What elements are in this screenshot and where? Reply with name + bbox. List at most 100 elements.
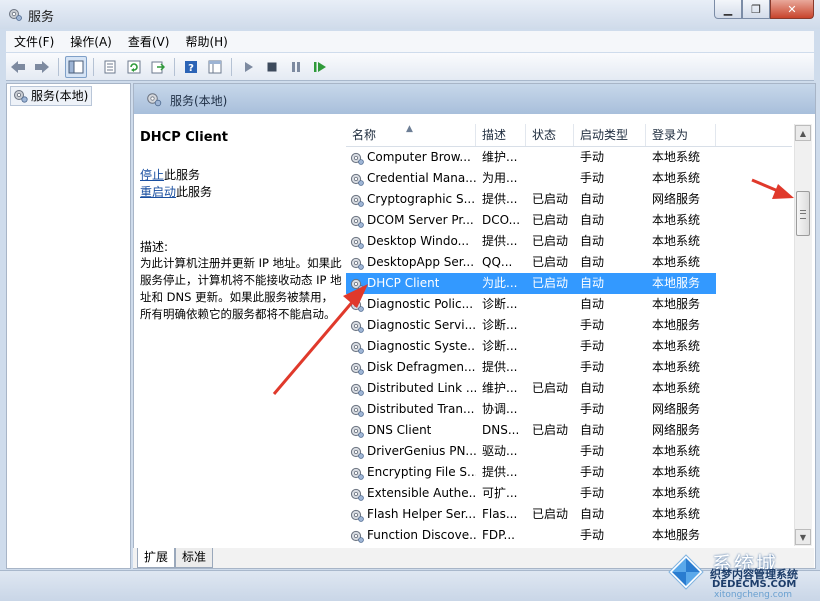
service-log-on-cell: 本地服务 [652, 297, 701, 311]
service-startup-type-cell: 自动 [580, 276, 605, 290]
toolbar: ? [6, 53, 814, 81]
service-description-cell: 为此... [482, 276, 518, 290]
back-icon[interactable] [8, 57, 28, 77]
menu-view[interactable]: 查看(V) [120, 33, 178, 50]
service-description-cell: Flas... [482, 507, 518, 521]
menu-file[interactable]: 文件(F) [6, 33, 62, 50]
table-row[interactable]: Function Discove... FDP... 手动 本地服务 [346, 525, 716, 546]
service-startup-type-cell: 手动 [580, 528, 605, 542]
service-startup-type-cell: 自动 [580, 297, 605, 311]
column-name-label: 名称 [352, 128, 377, 142]
service-description-cell: QQ... [482, 255, 513, 269]
table-row[interactable]: Computer Brow... 维护... 手动 本地系统 [346, 147, 716, 168]
scroll-down-button[interactable]: ▼ [795, 529, 811, 545]
service-description-cell: 诊断... [482, 339, 518, 353]
column-header-description[interactable]: 描述 [476, 124, 526, 146]
service-status-cell: 已启动 [532, 255, 569, 269]
tree-item-services-local[interactable]: 服务(本地) [10, 86, 93, 106]
service-name-cell: Disk Defragmen... [346, 357, 476, 378]
table-row[interactable]: DesktopApp Ser... QQ... 已启动 自动 本地系统 [346, 252, 716, 273]
tab-extended[interactable]: 扩展 [137, 548, 176, 568]
services-gear-icon [9, 9, 22, 21]
service-startup-type-cell: 自动 [580, 423, 605, 437]
service-description-cell: 维护... [482, 381, 518, 395]
refresh-icon[interactable] [124, 57, 144, 77]
description-text: 为此计算机注册并更新 IP 地址。如果此服务停止，计算机将不能接收动态 IP 地… [140, 256, 342, 321]
windows-logo-icon [668, 554, 704, 590]
service-description-cell: 提供... [482, 192, 518, 206]
service-startup-type-cell: 手动 [580, 444, 605, 458]
properties-icon[interactable] [100, 57, 120, 77]
column-header-status[interactable]: 状态 [526, 124, 574, 146]
table-row[interactable]: Diagnostic Polic... 诊断... 自动 本地服务 [346, 294, 716, 315]
table-row[interactable]: Diagnostic Syste... 诊断... 手动 本地系统 [346, 336, 716, 357]
service-log-on-cell: 本地系统 [652, 171, 701, 185]
service-gear-icon [350, 194, 364, 207]
service-name: Computer Brow... [367, 150, 471, 164]
table-row[interactable]: Credential Mana... 为用... 手动 本地系统 [346, 168, 716, 189]
table-row[interactable]: Extensible Authe... 可扩... 手动 本地系统 [346, 483, 716, 504]
pause-icon[interactable] [286, 57, 306, 77]
service-name-cell: Diagnostic Polic... [346, 294, 476, 315]
table-row[interactable]: Desktop Windo... 提供... 已启动 自动 本地系统 [346, 231, 716, 252]
service-status-cell [526, 525, 574, 546]
table-row[interactable]: DriverGenius PN... 驱动... 手动 本地系统 [346, 441, 716, 462]
table-row[interactable]: DCOM Server Pr... DCO... 已启动 自动 本地系统 [346, 210, 716, 231]
restart-icon[interactable] [310, 57, 330, 77]
description-label: 描述: [140, 240, 169, 254]
service-name: DriverGenius PN... [367, 444, 476, 458]
scroll-thumb[interactable] [796, 191, 810, 236]
service-status-cell [526, 147, 574, 168]
restart-service-link[interactable]: 重启动 [140, 185, 176, 199]
view-icon[interactable] [205, 57, 225, 77]
show-hide-tree-icon[interactable] [65, 55, 87, 78]
stop-service-line: 停止此服务 [140, 167, 340, 184]
column-header-log-on-as[interactable]: 登录为 [646, 124, 716, 146]
table-row[interactable]: Distributed Tran... 协调... 手动 网络服务 [346, 399, 716, 420]
stop-icon[interactable] [262, 57, 282, 77]
service-log-on-cell: 本地系统 [652, 339, 701, 353]
table-row[interactable]: Diagnostic Servi... 诊断... 手动 本地服务 [346, 315, 716, 336]
service-gear-icon [350, 383, 364, 396]
service-gear-icon [350, 446, 364, 459]
service-status-cell: 已启动 [532, 423, 569, 437]
service-gear-icon [350, 173, 364, 186]
service-log-on-cell: 本地服务 [652, 318, 701, 332]
services-list[interactable]: 名称 ▲ 描述 状态 启动类型 登录为 Computer Brow... 维护..… [346, 124, 792, 546]
service-name: Diagnostic Syste... [367, 339, 476, 353]
stop-service-link[interactable]: 停止 [140, 168, 164, 182]
minimize-button[interactable]: ▁ [714, 0, 742, 19]
table-row[interactable]: Flash Helper Ser... Flas... 已启动 自动 本地系统 [346, 504, 716, 525]
table-row[interactable]: Distributed Link ... 维护... 已启动 自动 本地系统 [346, 378, 716, 399]
forward-icon[interactable] [32, 57, 52, 77]
help-icon[interactable]: ? [181, 57, 201, 77]
scroll-up-button[interactable]: ▲ [795, 125, 811, 141]
close-button[interactable]: ✕ [770, 0, 814, 19]
tab-standard[interactable]: 标准 [175, 548, 214, 568]
menu-action[interactable]: 操作(A) [62, 33, 120, 50]
stop-service-suffix: 此服务 [164, 168, 201, 182]
table-row[interactable]: Disk Defragmen... 提供... 手动 本地系统 [346, 357, 716, 378]
service-name: Diagnostic Servi... [367, 318, 476, 332]
service-gear-icon [350, 530, 364, 543]
service-name: DHCP Client [367, 276, 440, 290]
vertical-scrollbar[interactable]: ▲ ▼ [794, 124, 812, 546]
maximize-button[interactable]: ❐ [742, 0, 770, 19]
menu-help[interactable]: 帮助(H) [177, 33, 235, 50]
table-row[interactable]: DNS Client DNS... 已启动 自动 网络服务 [346, 420, 716, 441]
column-header-startup-type[interactable]: 启动类型 [574, 124, 646, 146]
column-header-name[interactable]: 名称 ▲ [346, 124, 476, 146]
start-icon[interactable] [238, 57, 258, 77]
export-icon[interactable] [148, 57, 168, 77]
service-description-cell: 驱动... [482, 444, 518, 458]
service-name-cell: Distributed Tran... [346, 399, 476, 420]
service-name-cell: Diagnostic Servi... [346, 315, 476, 336]
service-name: Desktop Windo... [367, 234, 470, 248]
table-row[interactable]: Encrypting File S... 提供... 手动 本地系统 [346, 462, 716, 483]
service-gear-icon [350, 152, 364, 165]
service-name: Flash Helper Ser... [367, 507, 476, 521]
service-startup-type-cell: 手动 [580, 360, 605, 374]
table-row[interactable]: DHCP Client 为此... 已启动 自动 本地服务 [346, 273, 716, 294]
table-row[interactable]: Cryptographic S... 提供... 已启动 自动 网络服务 [346, 189, 716, 210]
service-description-cell: 为用... [482, 171, 518, 185]
